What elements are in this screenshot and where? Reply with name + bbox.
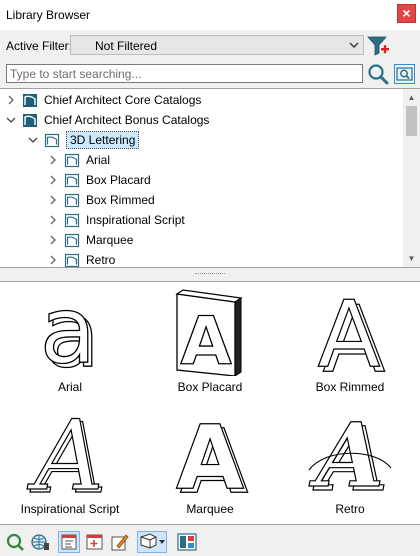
tree-item-label: Chief Architect Core Catalogs: [44, 93, 202, 107]
search-options-icon: [396, 67, 413, 81]
tree-item[interactable]: Box Rimmed: [0, 190, 400, 210]
hide-filter-icon: [140, 533, 165, 549]
search-options-button[interactable]: [394, 64, 415, 84]
search-input[interactable]: [6, 64, 363, 83]
title-bar: Library Browser ×: [0, 0, 420, 30]
tree-item[interactable]: 3D Lettering: [0, 130, 400, 150]
preview-tile-arial[interactable]: a a Arial: [0, 282, 140, 404]
hide-filter-button[interactable]: [137, 531, 167, 553]
chevron-right-icon[interactable]: [6, 94, 16, 106]
tree-item[interactable]: Chief Architect Bonus Catalogs: [0, 110, 400, 130]
letter-a-placard-icon: A: [175, 289, 243, 376]
tree-view-button[interactable]: [58, 531, 80, 553]
search-icon[interactable]: [367, 63, 389, 85]
tree-item-label: Inspirational Script: [86, 213, 185, 227]
scroll-up-arrow[interactable]: ▲: [403, 89, 420, 106]
preview-tile-box-placard[interactable]: A Box Placard: [140, 282, 280, 404]
chevron-down-icon[interactable]: [28, 134, 38, 146]
folder-icon: [64, 153, 80, 168]
chevron-right-icon[interactable]: [48, 234, 58, 246]
tree-scrollbar[interactable]: ▲ ▼: [403, 89, 420, 267]
catalog-icon: [23, 94, 37, 107]
chevron-down-icon: [349, 42, 359, 48]
scroll-thumb[interactable]: [406, 106, 417, 136]
tree-item[interactable]: Inspirational Script: [0, 210, 400, 230]
chevron-right-icon[interactable]: [48, 254, 58, 266]
catalog-icon: [23, 114, 37, 127]
tree-view-icon: [61, 534, 77, 550]
tree-item-label: Box Rimmed: [86, 193, 155, 207]
tree-item-label: Retro: [86, 253, 116, 267]
edit-icon[interactable]: [109, 531, 131, 553]
folder-icon: [64, 173, 80, 188]
preview-label: Inspirational Script: [20, 502, 120, 516]
chevron-right-icon[interactable]: [48, 194, 58, 206]
tree-item[interactable]: Chief Architect Core Catalogs: [0, 90, 400, 110]
tree-item[interactable]: Retro: [0, 250, 400, 267]
folder-icon: [44, 133, 60, 148]
folder-icon: [64, 233, 80, 248]
tree-item-label: Box Placard: [86, 173, 151, 187]
zoom-icon[interactable]: [4, 531, 26, 553]
letter-a-marquee-icon: A A: [175, 408, 248, 498]
tree-item-label: Arial: [86, 153, 111, 167]
preview-icon[interactable]: [176, 531, 198, 553]
chevron-right-icon[interactable]: [48, 154, 58, 166]
folder-icon: [64, 213, 80, 228]
search-row: [0, 62, 420, 86]
svg-text:A: A: [318, 286, 381, 376]
add-folder-icon[interactable]: [84, 531, 106, 553]
preview-pane: a a Arial A Box Placard A A Box Rimmed A…: [0, 281, 420, 525]
library-tree[interactable]: Chief Architect Core Catalogs Chief Archi…: [0, 88, 420, 268]
filter-row: Active Filter: Not Filtered: [0, 34, 420, 58]
folder-icon: [64, 193, 80, 208]
close-button[interactable]: ×: [397, 4, 416, 23]
letter-a-lowercase-icon: a a: [39, 286, 101, 376]
svg-text:A: A: [180, 303, 231, 376]
active-filter-value: Not Filtered: [95, 39, 158, 53]
preview-label: Arial: [57, 380, 82, 394]
preview-label: Box Rimmed: [315, 380, 385, 394]
preview-tile-retro[interactable]: A A Retro: [280, 404, 420, 526]
svg-text:A: A: [26, 408, 103, 498]
tree-item-label: 3D Lettering: [66, 131, 140, 149]
tree-item[interactable]: Box Placard: [0, 170, 400, 190]
pane-splitter[interactable]: [0, 268, 420, 280]
preview-label: Marquee: [186, 502, 234, 516]
letter-a-script-icon: A A: [26, 408, 108, 498]
chevron-right-icon[interactable]: [48, 174, 58, 186]
splitter-grip: [195, 273, 225, 275]
preview-tile-box-rimmed[interactable]: A A Box Rimmed: [280, 282, 420, 404]
folder-icon: [64, 253, 80, 267]
tree-item-label: Chief Architect Bonus Catalogs: [44, 113, 210, 127]
bottom-toolbar: [0, 529, 420, 556]
globe-pin-icon[interactable]: [29, 531, 51, 553]
scroll-down-arrow[interactable]: ▼: [403, 250, 420, 267]
tree-item[interactable]: Marquee: [0, 230, 400, 250]
active-filter-select[interactable]: Not Filtered: [70, 35, 364, 55]
tree-item[interactable]: Arial: [0, 150, 400, 170]
window-title: Library Browser: [6, 8, 91, 22]
chevron-right-icon[interactable]: [48, 214, 58, 226]
chevron-down-icon[interactable]: [6, 114, 16, 126]
tree-item-label: Marquee: [86, 233, 134, 247]
preview-tile-marquee[interactable]: A A Marquee: [140, 404, 280, 526]
svg-text:a: a: [40, 286, 96, 376]
letter-a-retro-icon: A A: [308, 408, 392, 498]
svg-text:A: A: [176, 408, 244, 498]
letter-a-rimmed-icon: A A: [317, 286, 386, 376]
filter-add-icon[interactable]: [366, 34, 390, 58]
preview-label: Retro: [335, 502, 365, 516]
preview-label: Box Placard: [177, 380, 243, 394]
active-filter-label: Active Filter:: [6, 39, 73, 53]
preview-tile-inspirational-script[interactable]: A A Inspirational Script: [0, 404, 140, 526]
